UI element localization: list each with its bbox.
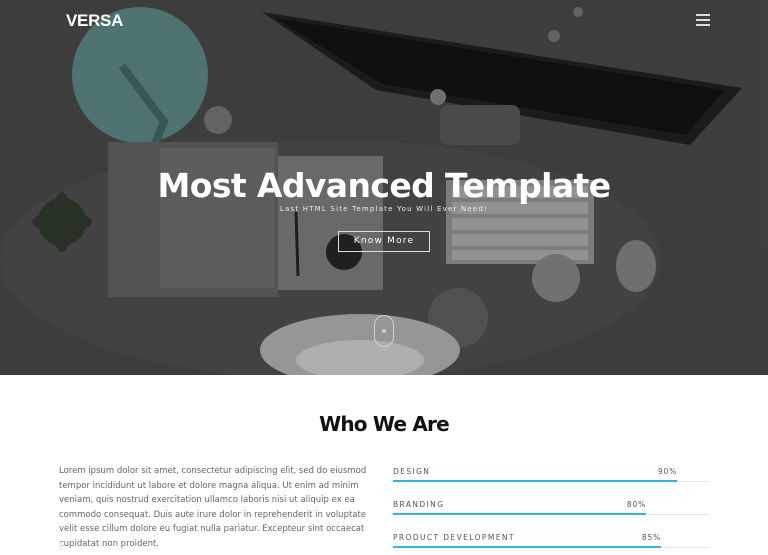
hamburger-icon[interactable] <box>696 14 710 26</box>
know-more-button[interactable]: Know More <box>338 231 430 252</box>
skill-progress-bar <box>393 480 677 482</box>
skill-product-development: PRODUCT DEVELOPMENT 85% <box>393 533 709 555</box>
skill-label: DESIGN <box>393 467 431 476</box>
skill-percent: 80% <box>626 500 646 509</box>
skill-label: BRANDING <box>393 500 445 509</box>
hero-section: VERSA Most Advanced Template Last HTML S… <box>0 0 768 375</box>
skill-percent: 85% <box>641 533 661 542</box>
scroll-dot <box>382 329 386 333</box>
brand-logo[interactable]: VERSA <box>66 11 123 31</box>
about-paragraph: Lorem ipsum dolor sit amet, consectetur … <box>59 466 367 549</box>
skill-percent: 90% <box>657 467 677 476</box>
skill-progress-bar <box>393 546 661 548</box>
section-title: Who We Are <box>319 412 450 436</box>
text-divider <box>59 542 62 550</box>
skill-branding: BRANDING 80% <box>393 500 709 522</box>
mouse-scroll-icon[interactable] <box>374 315 394 347</box>
skill-design: DESIGN 90% <box>393 467 709 489</box>
skill-progress-bar <box>393 513 646 515</box>
hero-title: Most Advanced Template <box>157 166 612 205</box>
hero-subtitle: Last HTML Site Template You Will Ever Ne… <box>279 205 489 213</box>
skill-label: PRODUCT DEVELOPMENT <box>393 533 515 542</box>
